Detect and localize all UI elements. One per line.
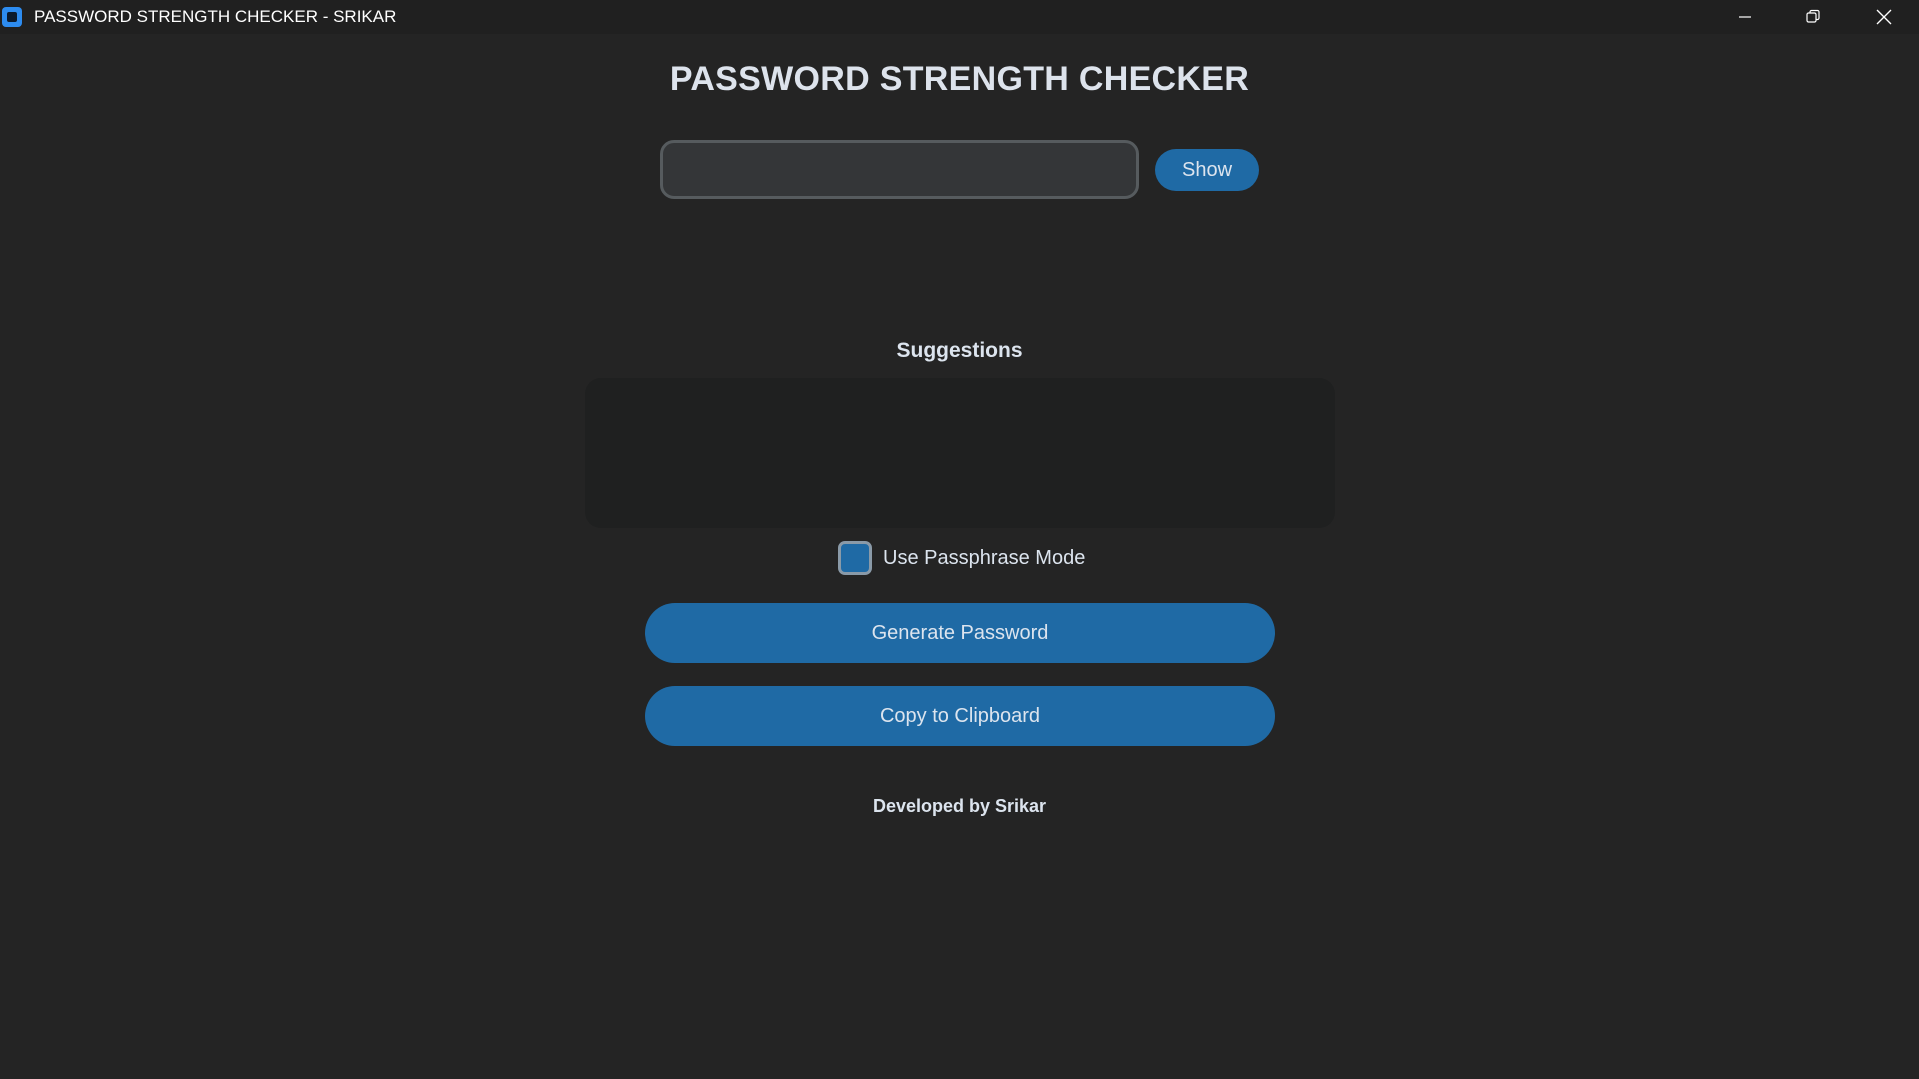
passphrase-mode-checkbox[interactable] [838, 541, 872, 575]
show-password-button[interactable]: Show [1155, 149, 1259, 191]
copy-to-clipboard-button[interactable]: Copy to Clipboard [645, 686, 1275, 746]
password-input[interactable] [660, 140, 1139, 199]
restore-icon[interactable] [1778, 0, 1848, 34]
app-icon [2, 7, 22, 27]
minimize-icon[interactable] [1710, 0, 1780, 34]
suggestions-heading: Suggestions [896, 339, 1023, 362]
suggestions-textbox[interactable] [585, 378, 1335, 528]
close-icon[interactable] [1849, 0, 1919, 34]
window-titlebar[interactable]: PASSWORD STRENGTH CHECKER - SRIKAR [0, 0, 1919, 34]
passphrase-mode-label[interactable]: Use Passphrase Mode [883, 546, 1085, 570]
window-title: PASSWORD STRENGTH CHECKER - SRIKAR [34, 7, 397, 26]
page-title: PASSWORD STRENGTH CHECKER [669, 60, 1250, 98]
footer-credit: Developed by Srikar [872, 796, 1047, 816]
generate-password-button[interactable]: Generate Password [645, 603, 1275, 663]
